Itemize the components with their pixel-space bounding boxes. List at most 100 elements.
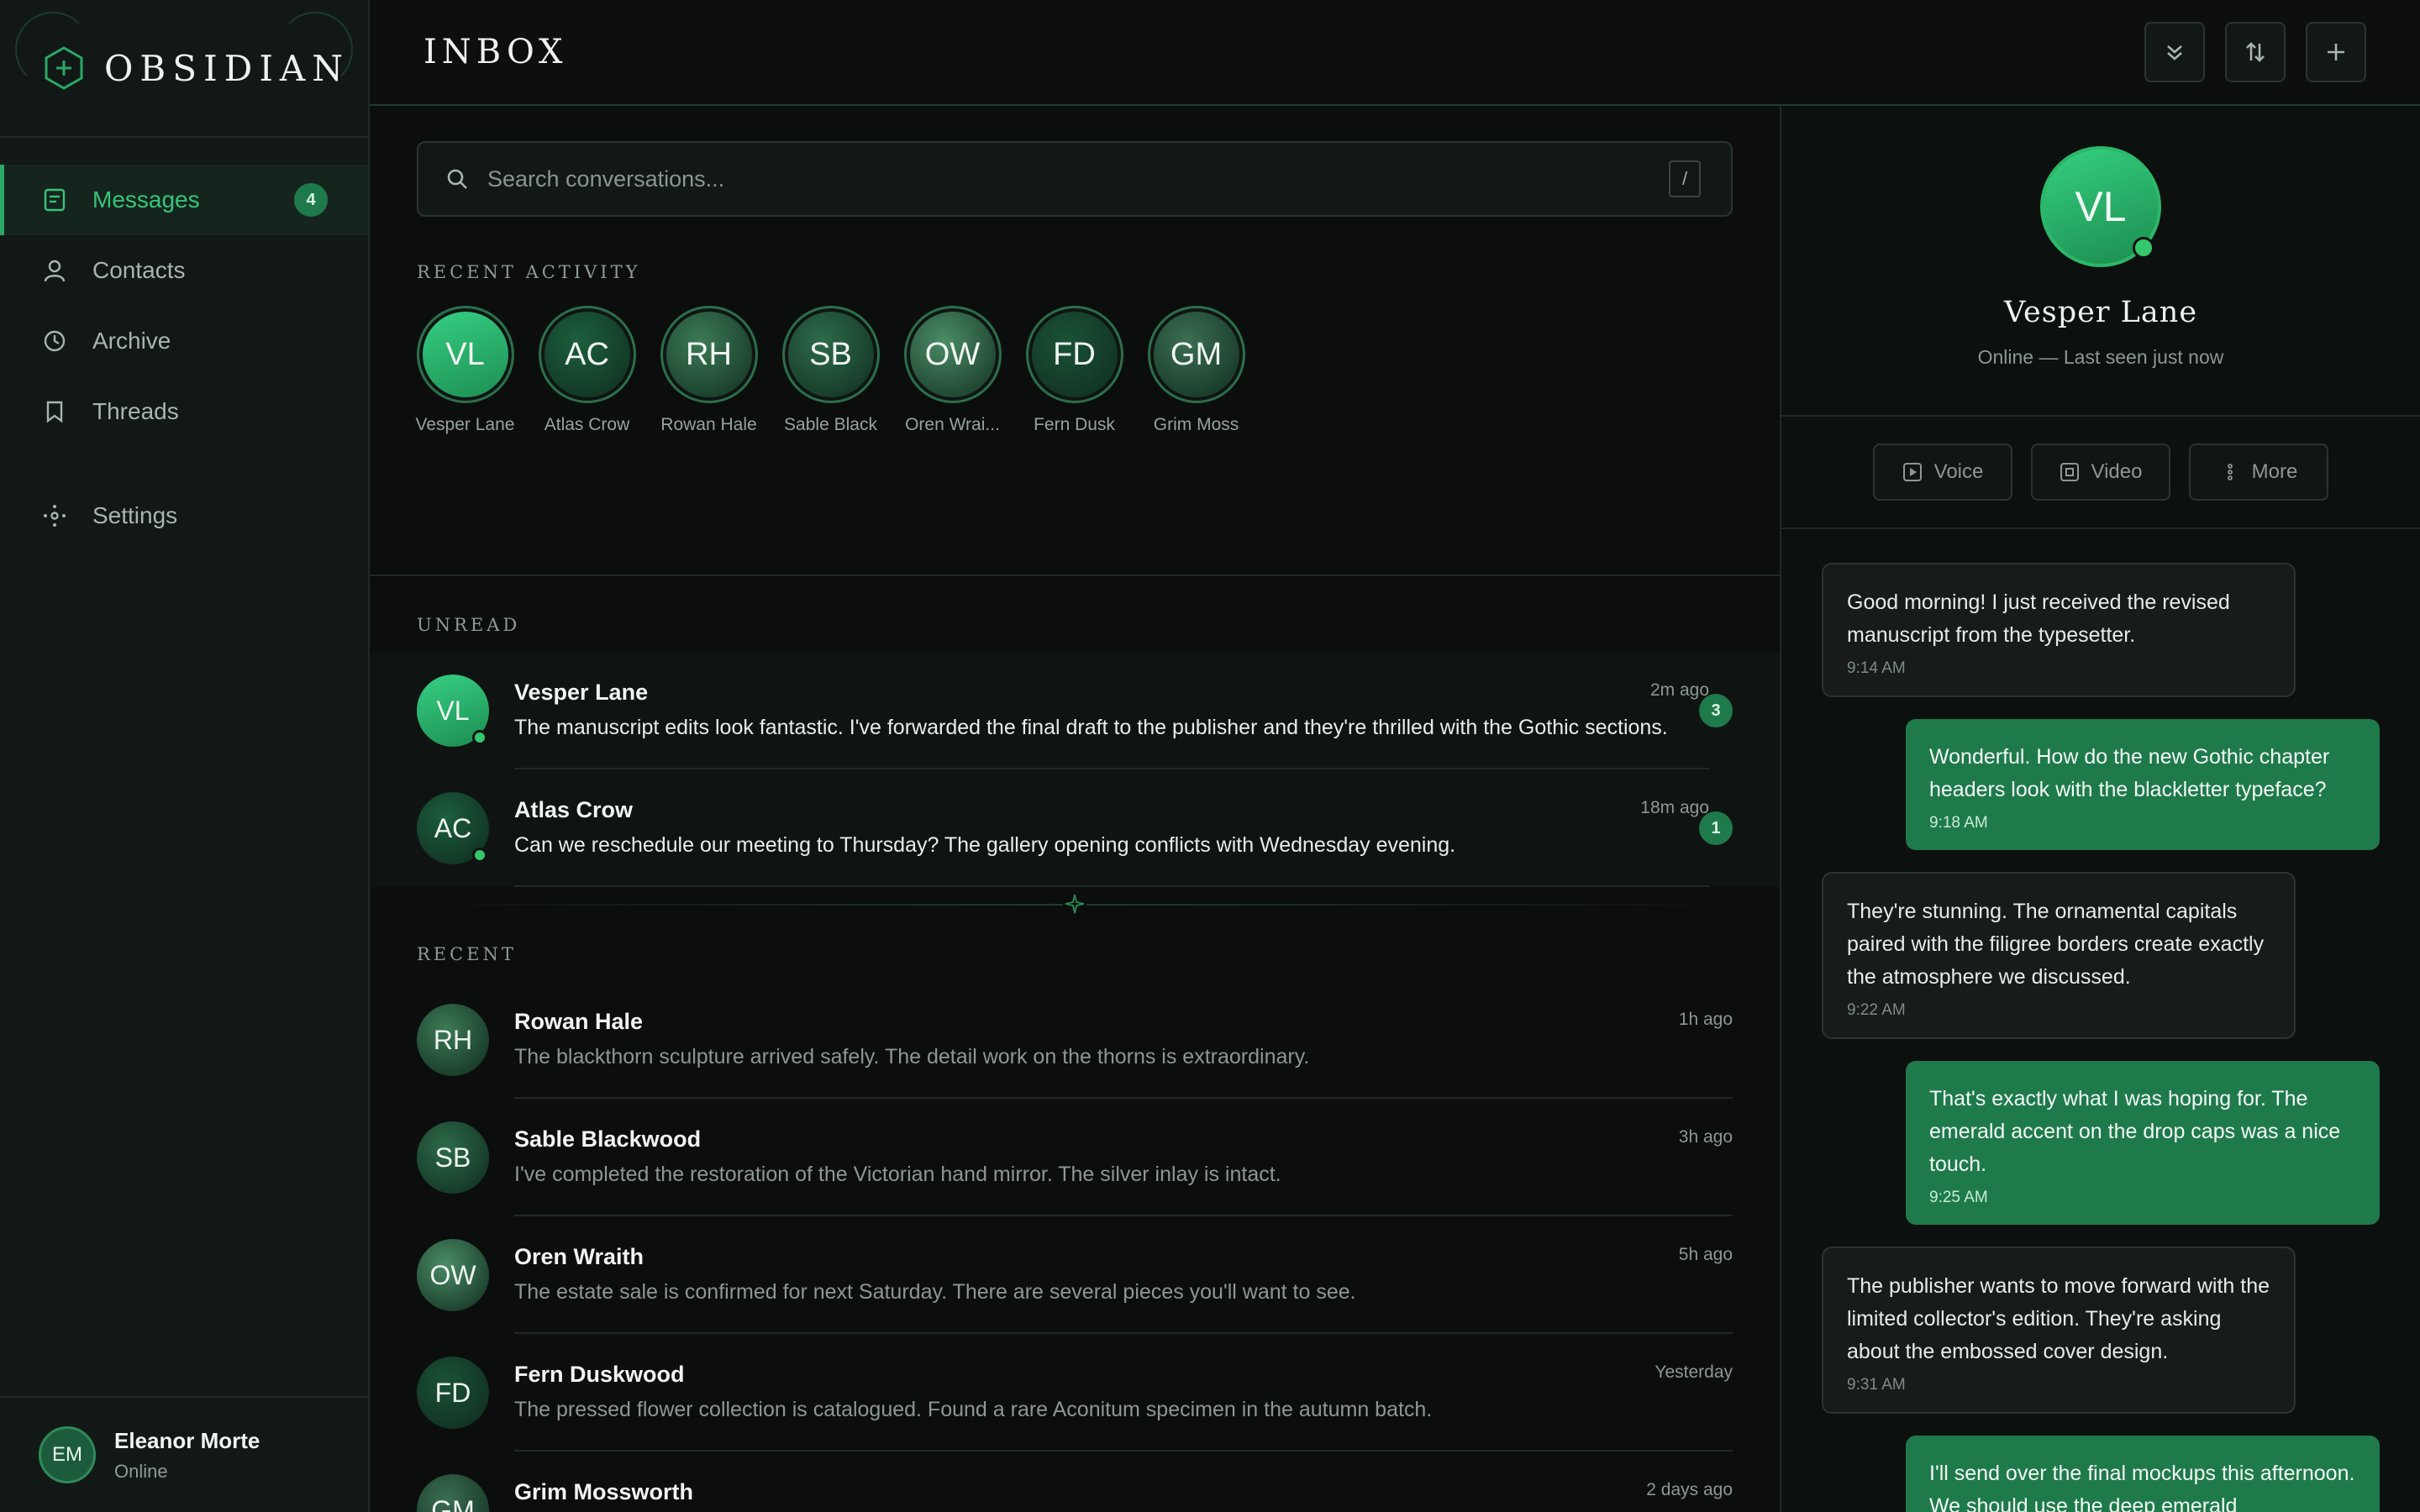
activity-item[interactable]: AC Atlas Crow <box>538 306 636 435</box>
avatar: OW <box>417 1239 489 1311</box>
ornament-corner <box>277 12 353 87</box>
avatar-initials: VL <box>2075 183 2127 230</box>
brand: OBSIDIAN <box>0 0 368 138</box>
sidebar-item-contacts[interactable]: Contacts <box>0 235 368 306</box>
conversation-preview: The pressed flower collection is catalog… <box>514 1398 1433 1421</box>
avatar: GM <box>1147 306 1245 403</box>
avatar: FD <box>417 1357 489 1429</box>
conversation-body: Oren Wraith The estate sale is confirmed … <box>514 1216 1733 1334</box>
more-label: More <box>2251 460 2298 483</box>
search-icon <box>447 169 467 189</box>
avatar: OW <box>903 306 1002 403</box>
video-call-button[interactable]: Video <box>2031 444 2170 501</box>
outgoing-message: That's exactly what I was hoping for. Th… <box>1906 1061 2380 1225</box>
sidebar-item-messages[interactable]: Messages 4 <box>0 165 368 235</box>
sort-icon <box>2246 42 2265 62</box>
message-time: 9:22 AM <box>1847 1001 1906 1019</box>
voice-label: Voice <box>1933 460 1984 483</box>
avatar-initials: SB <box>434 1142 471 1173</box>
voice-call-button[interactable]: Voice <box>1873 444 2012 501</box>
conversation-row[interactable]: RH Rowan Hale The blackthorn sculpture arr… <box>370 981 1780 1099</box>
app-window: OBSIDIAN Messages 4 Contacts Archive Thr… <box>0 0 2420 1512</box>
activity-item[interactable]: OW Oren Wrai... <box>903 306 1002 435</box>
recent-activity: RECENT ACTIVITY VL Vesper Lane AC Atlas Cro… <box>370 217 1780 576</box>
clock-icon <box>42 328 67 354</box>
collapse-button[interactable] <box>2144 22 2205 82</box>
sidebar-item-threads[interactable]: Threads <box>0 376 368 447</box>
conversation-preview: I've completed the restoration of the Vi… <box>514 1163 1281 1186</box>
search-bar: / <box>417 141 1733 217</box>
ornament-corner <box>301 1462 368 1512</box>
activity-item[interactable]: FD Fern Dusk <box>1025 306 1123 435</box>
section-label: RECENT ACTIVITY <box>417 262 641 282</box>
online-indicator <box>472 848 487 863</box>
activity-name: Fern Dusk <box>1034 415 1115 434</box>
avatar: VL <box>416 306 514 403</box>
activity-item[interactable]: VL Vesper Lane <box>415 306 515 435</box>
avatar-initials: GM <box>431 1494 475 1512</box>
section-label: UNREAD <box>417 615 521 635</box>
conversation-name: Grim Mossworth <box>514 1479 694 1504</box>
conversation-row[interactable]: AC Atlas Crow Can we reschedule our meetin… <box>370 769 1780 887</box>
conversation-row[interactable]: SB Sable Blackwood I've completed the rest… <box>370 1099 1780 1216</box>
recent-section: RECENT RH Rowan Hale The blackthorn sculpt… <box>370 921 1780 1512</box>
conversation-time: 2m ago <box>1649 680 1709 700</box>
sort-button[interactable] <box>2225 22 2286 82</box>
activity-name: Vesper Lane <box>415 415 515 434</box>
unread-badge: 1 <box>1699 811 1733 845</box>
avatar-initials: FD <box>434 1377 471 1408</box>
activity-item[interactable]: RH Rowan Hale <box>660 306 758 435</box>
incoming-message: Good morning! I just received the revise… <box>1822 563 2296 697</box>
avatar[interactable]: VL <box>2040 146 2161 267</box>
conversation-row[interactable]: FD Fern Duskwood The pressed flower collec… <box>370 1334 1780 1452</box>
avatar: RH <box>660 306 758 403</box>
activity-item[interactable]: GM Grim Moss <box>1147 306 1245 435</box>
message-time: 9:14 AM <box>1847 659 1906 677</box>
conversation-name: Oren Wraith <box>514 1244 644 1269</box>
avatar: SB <box>781 306 880 403</box>
current-user[interactable]: EM Eleanor Morte Online <box>0 1396 368 1512</box>
outgoing-message: Wonderful. How do the new Gothic chapter… <box>1906 719 2380 850</box>
new-conversation-button[interactable] <box>2306 22 2366 82</box>
conversation-row[interactable]: VL Vesper Lane The manuscript edits look f… <box>370 652 1780 769</box>
message-time: 9:18 AM <box>1929 814 1988 832</box>
conversation-row[interactable]: GM Grim MossworthThe iron gate restoratio… <box>370 1452 1780 1512</box>
sidebar-item-label: Messages <box>92 186 200 213</box>
conversation-preview: The estate sale is confirmed for next Sa… <box>514 1280 1356 1304</box>
conversation-time: 5h ago <box>1678 1245 1733 1264</box>
avatar: SB <box>417 1121 489 1194</box>
conversation-body: Rowan Hale The blackthorn sculpture arriv… <box>514 981 1733 1099</box>
sidebar-item-archive[interactable]: Archive <box>0 306 368 376</box>
sidebar-nav: Messages 4 Contacts Archive Threads Sett… <box>0 138 368 551</box>
message-text: I'll send over the final mockups this af… <box>1929 1462 2355 1512</box>
page-title: INBOX <box>424 33 568 71</box>
conversation-name: Atlas Crow <box>514 797 634 822</box>
sidebar-item-label: Contacts <box>92 257 186 283</box>
contact-actions: Voice Video More <box>1781 417 2420 529</box>
message-icon <box>42 187 67 213</box>
more-button[interactable]: More <box>2189 444 2328 501</box>
incoming-message: They're stunning. The ornamental capital… <box>1822 872 2296 1039</box>
message-text: Wonderful. How do the new Gothic chapter… <box>1929 745 2330 801</box>
conversation-name: Rowan Hale <box>514 1009 644 1034</box>
outgoing-message: I'll send over the final mockups this af… <box>1906 1436 2380 1512</box>
avatar-initials: RH <box>433 1024 473 1055</box>
activity-name: Atlas Crow <box>544 415 630 434</box>
video-label: Video <box>2091 460 2143 483</box>
incoming-message: The publisher wants to move forward with… <box>1822 1247 2296 1414</box>
message-time: 9:25 AM <box>1929 1189 1988 1206</box>
conversation-list: / RECENT ACTIVITY VL Vesper Lane AC Atlas C… <box>370 106 1781 1512</box>
search-input[interactable] <box>487 165 1580 192</box>
double-chevron-down-icon <box>2167 45 2182 60</box>
conversation-row[interactable]: OW Oren Wraith The estate sale is confirme… <box>370 1216 1780 1334</box>
plus-icon <box>2328 44 2344 60</box>
bookmark-icon <box>42 399 67 424</box>
activity-name: Grim Moss <box>1153 415 1239 434</box>
sidebar-item-settings[interactable]: Settings <box>0 480 368 551</box>
conversation-detail: VL Vesper Lane Online — Last seen just n… <box>1781 106 2420 1512</box>
message-text: The publisher wants to move forward with… <box>1847 1274 2270 1363</box>
divider-ornament <box>370 887 1780 921</box>
activity-name: Oren Wrai... <box>905 415 1000 434</box>
conversation-preview: The blackthorn sculpture arrived safely.… <box>514 1045 1310 1068</box>
activity-item[interactable]: SB Sable Black <box>781 306 880 435</box>
